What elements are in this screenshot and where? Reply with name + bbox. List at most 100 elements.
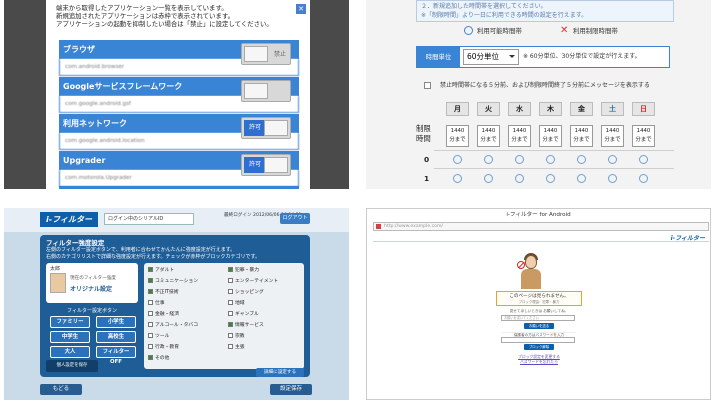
forgot-password-link[interactable]: パスワードを忘れたら	[496, 359, 582, 364]
category-item[interactable]: エンターテイメント	[228, 278, 278, 285]
category-item[interactable]: 金融・経済	[148, 311, 179, 318]
time-slot-toggle[interactable]	[453, 155, 462, 164]
limit-value: 1440	[574, 128, 589, 134]
category-list: アダルト コミュニケーション 不正IT技術 仕事 金融・経済 アルコール・タバコ…	[144, 263, 304, 369]
block-page-screen: i-フィルター for Android http://www.example.c…	[366, 208, 711, 400]
preset-high-school-button[interactable]: 高校生	[96, 331, 136, 343]
time-slot-toggle[interactable]	[577, 155, 586, 164]
category-checkbox[interactable]	[148, 289, 153, 294]
back-button[interactable]: もどる	[40, 384, 82, 395]
detail-settings-button[interactable]: 詳細に設定する	[256, 368, 304, 377]
category-checkbox[interactable]	[228, 344, 233, 349]
toggle-label: 許可	[244, 120, 266, 136]
category-checkbox[interactable]	[148, 300, 153, 305]
blocked-title: このページは見られません。	[509, 294, 569, 299]
preset-adult-button[interactable]: 大人	[50, 346, 90, 358]
request-input[interactable]: お願いを書いてください	[501, 315, 575, 321]
category-item[interactable]: 情報サービス	[228, 322, 264, 329]
category-label: 宗教	[235, 334, 245, 339]
preset-elementary-button[interactable]: 小学生	[96, 316, 136, 328]
category-item[interactable]: ギャンブル	[228, 311, 259, 318]
time-slot-toggle[interactable]	[639, 174, 648, 183]
category-label: ショッピング	[235, 290, 264, 295]
limit-cell[interactable]: 1440 分まで	[508, 125, 531, 147]
category-item[interactable]: 不正IT技術	[148, 289, 179, 296]
header-line: 新規追加されたアプリケーションは赤枠で表示されています。	[56, 12, 234, 20]
password-input[interactable]	[501, 337, 575, 343]
category-checkbox[interactable]	[148, 322, 153, 327]
category-checkbox[interactable]	[228, 322, 233, 327]
category-checkbox[interactable]	[228, 300, 233, 305]
category-checkbox[interactable]	[148, 278, 153, 283]
category-checkbox[interactable]	[228, 278, 233, 283]
category-item[interactable]: 犯罪・暴力	[228, 267, 259, 274]
limit-value: 1440	[543, 128, 558, 134]
category-item[interactable]: 宗教	[228, 333, 245, 340]
app-permission-toggle[interactable]: 禁止	[241, 43, 291, 65]
time-slot-toggle[interactable]	[639, 155, 648, 164]
preset-family-button[interactable]: ファミリー	[50, 316, 90, 328]
limit-cell[interactable]: 1440 分まで	[632, 125, 655, 147]
time-slot-toggle[interactable]	[608, 174, 617, 183]
warning-checkbox[interactable]	[424, 82, 431, 89]
limit-value: 1440	[605, 128, 620, 134]
logout-button[interactable]: ログアウト	[280, 213, 310, 224]
preset-filter-off-button[interactable]: フィルターOFF	[96, 346, 136, 365]
category-checkbox[interactable]	[148, 333, 153, 338]
app-permission-toggle[interactable]: 許可	[241, 154, 291, 176]
category-item[interactable]: 地域	[228, 300, 245, 307]
limit-cell[interactable]: 1440 分まで	[570, 125, 593, 147]
save-settings-button[interactable]: 設定保存	[270, 384, 312, 395]
app-row: 利用ネットワーク com.google.android.location 許可	[59, 114, 299, 150]
unblock-button[interactable]: ブロック解除	[524, 344, 554, 350]
time-slot-toggle[interactable]	[546, 155, 555, 164]
preset-junior-high-button[interactable]: 中学生	[50, 331, 90, 343]
time-slot-toggle[interactable]	[577, 174, 586, 183]
category-checkbox[interactable]	[228, 311, 233, 316]
save-personal-button[interactable]: 個人設定を保存	[46, 360, 98, 372]
limit-cell[interactable]: 1440 分まで	[539, 125, 562, 147]
user-avatar-icon	[50, 273, 66, 293]
category-checkbox[interactable]	[148, 311, 153, 316]
time-slot-toggle[interactable]	[453, 174, 462, 183]
limit-cell[interactable]: 1440 分まで	[446, 125, 469, 147]
limit-cell[interactable]: 1440 分まで	[601, 125, 624, 147]
category-item[interactable]: アルコール・タバコ	[148, 322, 198, 329]
app-row: ブラウザ com.android.browser 禁止	[59, 40, 299, 76]
time-slot-toggle[interactable]	[484, 155, 493, 164]
app-permission-toggle[interactable]	[241, 80, 291, 102]
category-checkbox[interactable]	[148, 355, 153, 360]
favicon-icon	[376, 224, 381, 229]
limit-value: 1440	[636, 128, 651, 134]
time-unit-select[interactable]: 60分単位	[463, 49, 519, 65]
limit-unit: 分まで	[511, 137, 528, 143]
address-bar[interactable]: http://www.example.com/	[373, 222, 709, 231]
category-item[interactable]: その他	[148, 355, 169, 362]
app-permission-toggle[interactable]: 許可	[241, 117, 291, 139]
category-checkbox[interactable]	[228, 267, 233, 272]
girl-illustration-icon	[519, 253, 543, 289]
category-item[interactable]: 仕事	[148, 300, 165, 307]
limit-cell[interactable]: 1440 分まで	[477, 125, 500, 147]
time-slot-toggle[interactable]	[515, 155, 524, 164]
send-request-button[interactable]: お願いを送る	[524, 323, 554, 329]
category-item[interactable]: 行政・教育	[148, 344, 179, 351]
time-slot-toggle[interactable]	[608, 155, 617, 164]
blocked-reason: ブロック理由：犯罪・暴力	[518, 300, 560, 304]
category-checkbox[interactable]	[148, 344, 153, 349]
category-checkbox[interactable]	[228, 333, 233, 338]
limit-unit: 分まで	[635, 137, 652, 143]
time-slot-toggle[interactable]	[515, 174, 524, 183]
category-item[interactable]: ツール	[148, 333, 169, 340]
category-checkbox[interactable]	[228, 289, 233, 294]
category-label: その他	[155, 356, 170, 361]
category-label: コミュニケーション	[155, 279, 199, 284]
time-slot-toggle[interactable]	[546, 174, 555, 183]
category-item[interactable]: 主張	[228, 344, 245, 351]
category-item[interactable]: ショッピング	[228, 289, 264, 296]
category-checkbox[interactable]	[148, 267, 153, 272]
close-icon[interactable]: ✕	[296, 4, 306, 14]
category-item[interactable]: コミュニケーション	[148, 278, 198, 285]
time-slot-toggle[interactable]	[484, 174, 493, 183]
category-item[interactable]: アダルト	[148, 267, 174, 274]
